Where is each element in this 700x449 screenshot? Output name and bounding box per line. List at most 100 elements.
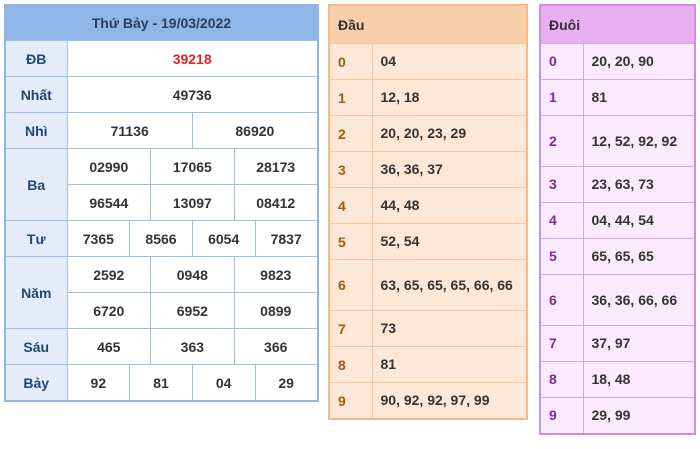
duoi-row: 7 37, 97 [539, 325, 696, 362]
prize-bay-value: 92 [66, 364, 131, 402]
duoi-row: 0 20, 20, 90 [539, 43, 696, 80]
prize-label-bay: Bảy [4, 364, 68, 402]
dau-key: 1 [328, 79, 373, 116]
prize-ba-value: 28173 [233, 148, 319, 185]
prize-sau-value: 366 [233, 328, 319, 365]
duoi-row: 5 65, 65, 65 [539, 238, 696, 275]
prize-sau-value: 363 [150, 328, 235, 365]
dau-row: 4 44, 48 [328, 187, 528, 224]
dau-value: 81 [371, 346, 528, 383]
dau-key: 5 [328, 223, 373, 260]
prize-sau-value: 465 [66, 328, 152, 365]
duoi-row: 1 81 [539, 79, 696, 116]
prize-nam-value: 9823 [233, 256, 319, 293]
duoi-key: 0 [539, 43, 584, 80]
dau-row: 8 81 [328, 346, 528, 383]
prize-bay-value: 04 [191, 364, 256, 402]
prize-ba-value: 17065 [150, 148, 235, 185]
prize-ba-value: 13097 [150, 184, 235, 221]
dau-row: 3 36, 36, 37 [328, 151, 528, 188]
prize-ba-value: 02990 [66, 148, 152, 185]
duoi-row: 2 12, 52, 92, 92 [539, 115, 696, 167]
dau-row: 7 73 [328, 310, 528, 347]
duoi-value: 18, 48 [582, 361, 696, 398]
dau-row: 6 63, 65, 65, 65, 66, 66 [328, 259, 528, 311]
duoi-key: 4 [539, 202, 584, 239]
dau-key: 9 [328, 382, 373, 420]
duoi-value: 36, 36, 66, 66 [582, 274, 696, 326]
dau-row: 0 04 [328, 43, 528, 80]
duoi-key: 5 [539, 238, 584, 275]
duoi-value: 04, 44, 54 [582, 202, 696, 239]
prize-label-nam: Năm [4, 256, 68, 329]
dau-key: 2 [328, 115, 373, 152]
dau-value: 44, 48 [371, 187, 528, 224]
results-table: Thứ Bảy - 19/03/2022 ĐB 39218 Nhất 49736… [4, 4, 319, 402]
prize-label-sau: Sáu [4, 328, 68, 365]
dau-value: 90, 92, 92, 97, 99 [371, 382, 528, 420]
prize-db-value: 39218 [66, 40, 319, 77]
dau-table: Đầu 0 04 1 12, 18 2 20, 20, 23, 29 3 36, 36,… [328, 4, 528, 420]
prize-nam-value: 0948 [150, 256, 235, 293]
results-header: Thứ Bảy - 19/03/2022 [5, 5, 318, 41]
prize-label-db: ĐB [4, 40, 68, 77]
prize-tu-value: 7365 [66, 220, 131, 257]
prize-nhat-value: 49736 [66, 76, 319, 113]
prize-nhi-value: 86920 [191, 112, 319, 149]
duoi-value: 29, 99 [582, 397, 696, 435]
duoi-row: 8 18, 48 [539, 361, 696, 398]
prize-label-ba: Ba [4, 148, 68, 221]
dau-key: 3 [328, 151, 373, 188]
dau-value: 52, 54 [371, 223, 528, 260]
prize-tu-value: 8566 [129, 220, 193, 257]
duoi-value: 37, 97 [582, 325, 696, 362]
duoi-value: 65, 65, 65 [582, 238, 696, 275]
duoi-key: 8 [539, 361, 584, 398]
dau-header: Đầu [328, 4, 528, 44]
duoi-value: 20, 20, 90 [582, 43, 696, 80]
dau-value: 20, 20, 23, 29 [371, 115, 528, 152]
dau-key: 6 [328, 259, 373, 311]
dau-key: 8 [328, 346, 373, 383]
duoi-row: 9 29, 99 [539, 397, 696, 435]
duoi-key: 2 [539, 115, 584, 167]
prize-row-nam: Năm 2592 0948 9823 [4, 256, 319, 329]
duoi-key: 9 [539, 397, 584, 435]
prize-row-sau: Sáu 465 363 366 [4, 328, 319, 365]
dau-value: 63, 65, 65, 65, 66, 66 [371, 259, 528, 311]
duoi-row: 3 23, 63, 73 [539, 166, 696, 203]
duoi-key: 6 [539, 274, 584, 326]
dau-value: 73 [371, 310, 528, 347]
dau-value: 12, 18 [371, 79, 528, 116]
dau-row: 1 12, 18 [328, 79, 528, 116]
dau-row: 5 52, 54 [328, 223, 528, 260]
duoi-row: 4 04, 44, 54 [539, 202, 696, 239]
prize-tu-value: 6054 [191, 220, 256, 257]
duoi-row: 6 36, 36, 66, 66 [539, 274, 696, 326]
prize-bay-value: 81 [129, 364, 193, 402]
prize-nam-value: 2592 [66, 256, 152, 293]
duoi-table: Đuôi 0 20, 20, 90 1 81 2 12, 52, 92, 92 3 23… [539, 4, 696, 435]
prize-row-tu: Tư 7365 8566 6054 7837 [4, 220, 319, 257]
prize-ba-value: 08412 [233, 184, 319, 221]
prize-ba-value: 96544 [66, 184, 152, 221]
prize-tu-value: 7837 [254, 220, 319, 257]
prize-label-nhi: Nhì [4, 112, 68, 149]
prize-bay-value: 29 [254, 364, 319, 402]
prize-nam-value: 0899 [233, 292, 319, 329]
duoi-value: 81 [582, 79, 696, 116]
prize-label-nhat: Nhất [4, 76, 68, 113]
prize-row-bay: Bảy 92 81 04 29 [4, 364, 319, 402]
prize-label-tu: Tư [4, 220, 68, 257]
dau-value: 04 [371, 43, 528, 80]
prize-row-nhat: Nhất 49736 [4, 76, 319, 113]
dau-key: 0 [328, 43, 373, 80]
dau-key: 7 [328, 310, 373, 347]
duoi-key: 7 [539, 325, 584, 362]
prize-row-nhi: Nhì 71136 86920 [4, 112, 319, 149]
duoi-value: 12, 52, 92, 92 [582, 115, 696, 167]
prize-row-ba: Ba 02990 17065 28173 [4, 148, 319, 221]
duoi-header: Đuôi [539, 4, 696, 44]
prize-nam-value: 6952 [150, 292, 235, 329]
duoi-key: 1 [539, 79, 584, 116]
